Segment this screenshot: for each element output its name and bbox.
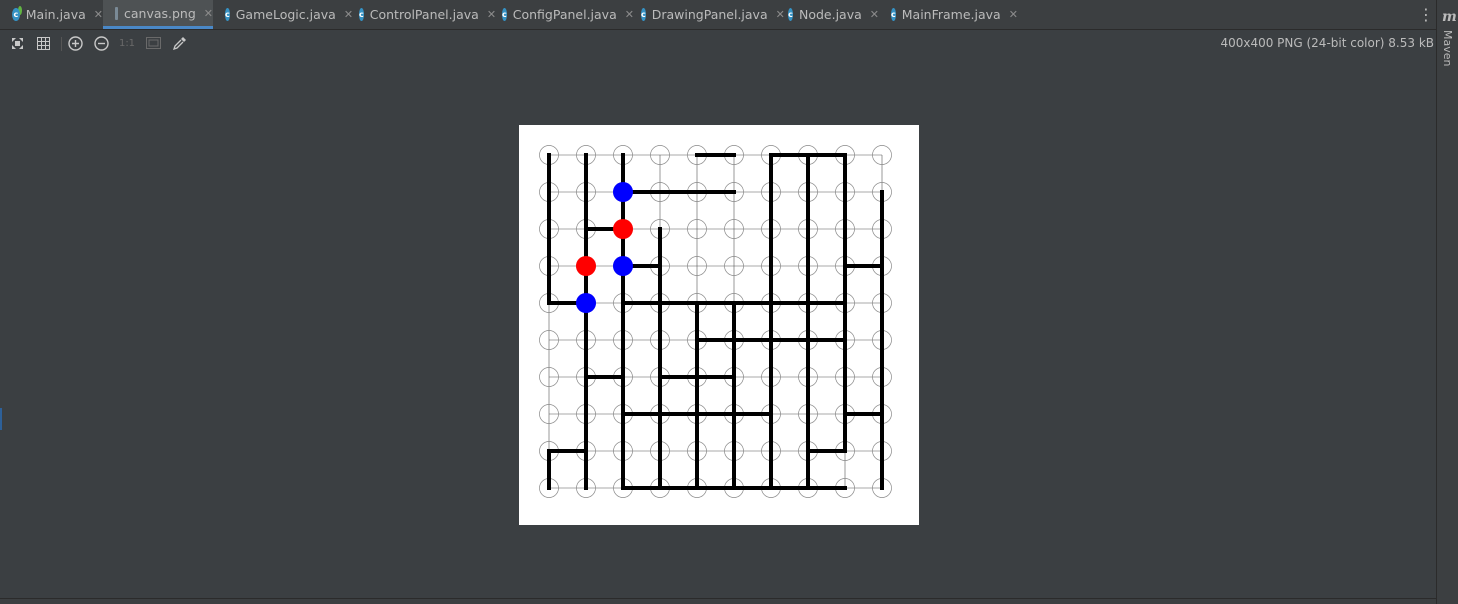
tab-node-java[interactable]: c Node.java ✕ — [776, 0, 879, 29]
bottom-panel-edge — [0, 598, 1436, 604]
tab-label: Node.java — [798, 7, 862, 22]
java-class-icon: c — [891, 8, 896, 21]
stone-blue — [613, 256, 633, 276]
java-class-icon: c — [641, 8, 646, 21]
java-class-icon: c — [788, 8, 793, 21]
tab-gamelogic-java[interactable]: c GameLogic.java ✕ — [213, 0, 353, 29]
tab-configpanel-java[interactable]: c ConfigPanel.java ✕ — [490, 0, 634, 29]
game-board — [539, 145, 892, 498]
tab-mainframe-java[interactable]: c MainFrame.java ✕ — [879, 0, 1018, 29]
zoom-in-icon[interactable] — [67, 35, 83, 51]
stone-red — [576, 256, 596, 276]
image-file-icon — [115, 6, 118, 20]
java-class-icon: c — [225, 8, 230, 21]
right-tool-window-strip: m Maven — [1436, 0, 1458, 604]
tab-controlpanel-java[interactable]: c ControlPanel.java ✕ — [347, 0, 496, 29]
java-class-icon: c — [359, 8, 364, 21]
tab-label: GameLogic.java — [235, 7, 336, 22]
tab-label: ControlPanel.java — [369, 7, 479, 22]
tab-drawingpanel-java[interactable]: c DrawingPanel.java ✕ — [629, 0, 785, 29]
stone-blue — [613, 182, 633, 202]
java-class-icon: c — [502, 8, 507, 21]
stone-red — [613, 219, 633, 239]
zoom-out-icon[interactable] — [93, 35, 109, 51]
fit-screen-icon[interactable] — [9, 35, 25, 51]
maven-tool-window-button[interactable]: Maven — [1441, 30, 1454, 66]
toolbar-separator — [61, 37, 62, 51]
tab-label: canvas.png — [123, 5, 196, 21]
close-tab-icon[interactable]: ✕ — [94, 8, 103, 21]
tab-label: DrawingPanel.java — [651, 7, 768, 22]
tab-main-java[interactable]: c Main.java ✕ — [0, 0, 103, 29]
maven-logo-icon[interactable]: m — [1442, 9, 1457, 25]
close-tab-icon[interactable]: ✕ — [204, 7, 213, 20]
more-options-icon[interactable]: ⋮ — [1418, 5, 1434, 25]
tab-label: Main.java — [25, 7, 86, 22]
editor-tab-bar: c Main.java ✕ canvas.png ✕ c GameLogic.java ✕ c C… — [0, 0, 1436, 30]
close-tab-icon[interactable]: ✕ — [1009, 8, 1018, 21]
tab-label: MainFrame.java — [901, 7, 1001, 22]
java-class-main-icon: c — [12, 8, 20, 21]
close-tab-icon[interactable]: ✕ — [870, 8, 879, 21]
stone-blue — [576, 293, 596, 313]
tab-canvas-png[interactable]: canvas.png ✕ — [103, 0, 213, 29]
left-gutter-marker — [0, 408, 2, 430]
color-picker-icon[interactable] — [172, 35, 188, 51]
tab-label: ConfigPanel.java — [512, 7, 617, 22]
actual-size-icon[interactable]: 1:1 — [119, 35, 135, 51]
image-canvas — [519, 125, 919, 525]
grid-icon[interactable] — [35, 35, 51, 51]
background-icon[interactable] — [145, 35, 161, 51]
image-info-label: 400x400 PNG (24-bit color) 8.53 kB — [1220, 36, 1434, 50]
